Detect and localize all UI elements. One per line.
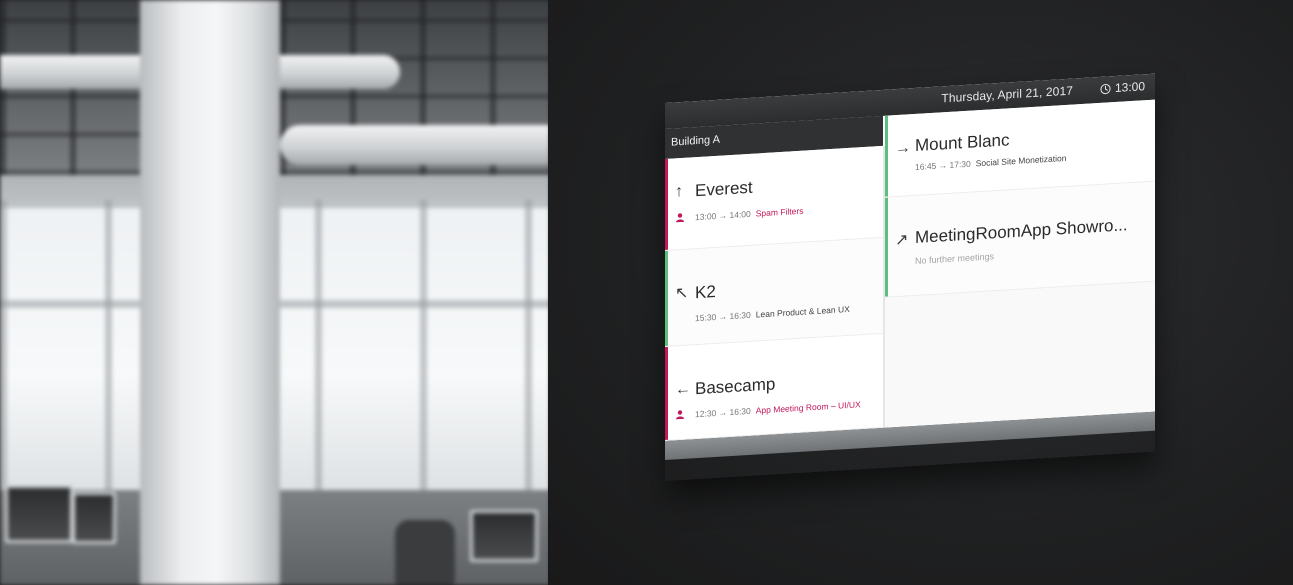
room-name: K2: [695, 281, 716, 303]
status-indicator-busy: [665, 158, 668, 250]
meeting-title: Spam Filters: [755, 205, 804, 219]
meeting-title: Lean Product & Lean UX: [755, 303, 850, 320]
meeting-info: 13:00 → 14:00 Spam Filters: [695, 206, 803, 223]
clock-icon: [1100, 83, 1111, 94]
desk-monitor: [5, 485, 73, 543]
status-indicator-busy: [665, 346, 668, 440]
office-chair: [395, 520, 455, 585]
meeting-time: 13:00 → 14:00: [695, 208, 751, 223]
desk-monitor: [470, 510, 538, 562]
room-name: Everest: [695, 177, 753, 201]
meeting-info: 12:30 → 16:30 App Meeting Room – UI/UX: [695, 399, 861, 419]
arrow-left-icon: ←: [675, 380, 691, 399]
office-background: [0, 0, 550, 585]
meeting-time: 15:30 → 16:30: [695, 309, 751, 324]
meeting-info: 16:45 → 17:30 Social Site Monetization: [915, 153, 1066, 172]
date-text: Thursday, April 21, 2017: [941, 83, 1073, 106]
status-indicator-free: [885, 197, 888, 297]
meeting-time: 16:45 → 17:30: [915, 158, 971, 172]
arrow-up-right-icon: ↗: [895, 231, 909, 250]
meeting-info: 15:30 → 16:30 Lean Product & Lean UX: [695, 304, 850, 323]
arrow-up-icon: ↑: [675, 182, 683, 201]
room-name: Mount Blanc: [915, 130, 1010, 155]
room-name: Basecamp: [695, 374, 776, 399]
meeting-title: App Meeting Room – UI/UX: [755, 399, 861, 416]
no-meetings-text: No further meetings: [915, 251, 995, 266]
person-icon: [676, 213, 684, 223]
building-name: Building A: [671, 133, 720, 149]
ceiling-duct: [280, 125, 550, 165]
time-text: 13:00: [1114, 79, 1145, 96]
status-indicator-free: [885, 115, 888, 197]
meeting-time: 12:30 → 16:30: [695, 405, 751, 420]
empty-slot: [885, 281, 1155, 428]
person-icon: [676, 410, 684, 420]
room-card-k2[interactable]: ↖ K2 15:30 → 16:30 Lean Product & Lean U…: [665, 237, 883, 347]
arrow-right-icon: →: [895, 139, 911, 158]
room-name: MeetingRoomApp Showro...: [915, 215, 1128, 247]
status-indicator-free: [665, 250, 668, 346]
room-display-screen: Thursday, April 21, 2017 13:00 Building …: [665, 73, 1155, 441]
room-card-basecamp[interactable]: ← Basecamp 12:30 → 16:30 App Meeting Roo…: [665, 333, 883, 441]
room-card-everest[interactable]: ↑ Everest 13:00 → 14:00 Spam Filters: [665, 145, 883, 251]
desk-monitor: [72, 492, 116, 544]
pillar: [140, 0, 280, 585]
room-display-device: Thursday, April 21, 2017 13:00 Building …: [665, 73, 1155, 481]
meeting-title: Social Site Monetization: [975, 152, 1067, 169]
arrow-up-left-icon: ↖: [675, 284, 689, 303]
clock: 13:00: [1100, 79, 1145, 96]
scene: Thursday, April 21, 2017 13:00 Building …: [0, 0, 1293, 585]
room-card-meetingroomapp-showroom[interactable]: ↗ MeetingRoomApp Showro... No further me…: [885, 181, 1155, 298]
